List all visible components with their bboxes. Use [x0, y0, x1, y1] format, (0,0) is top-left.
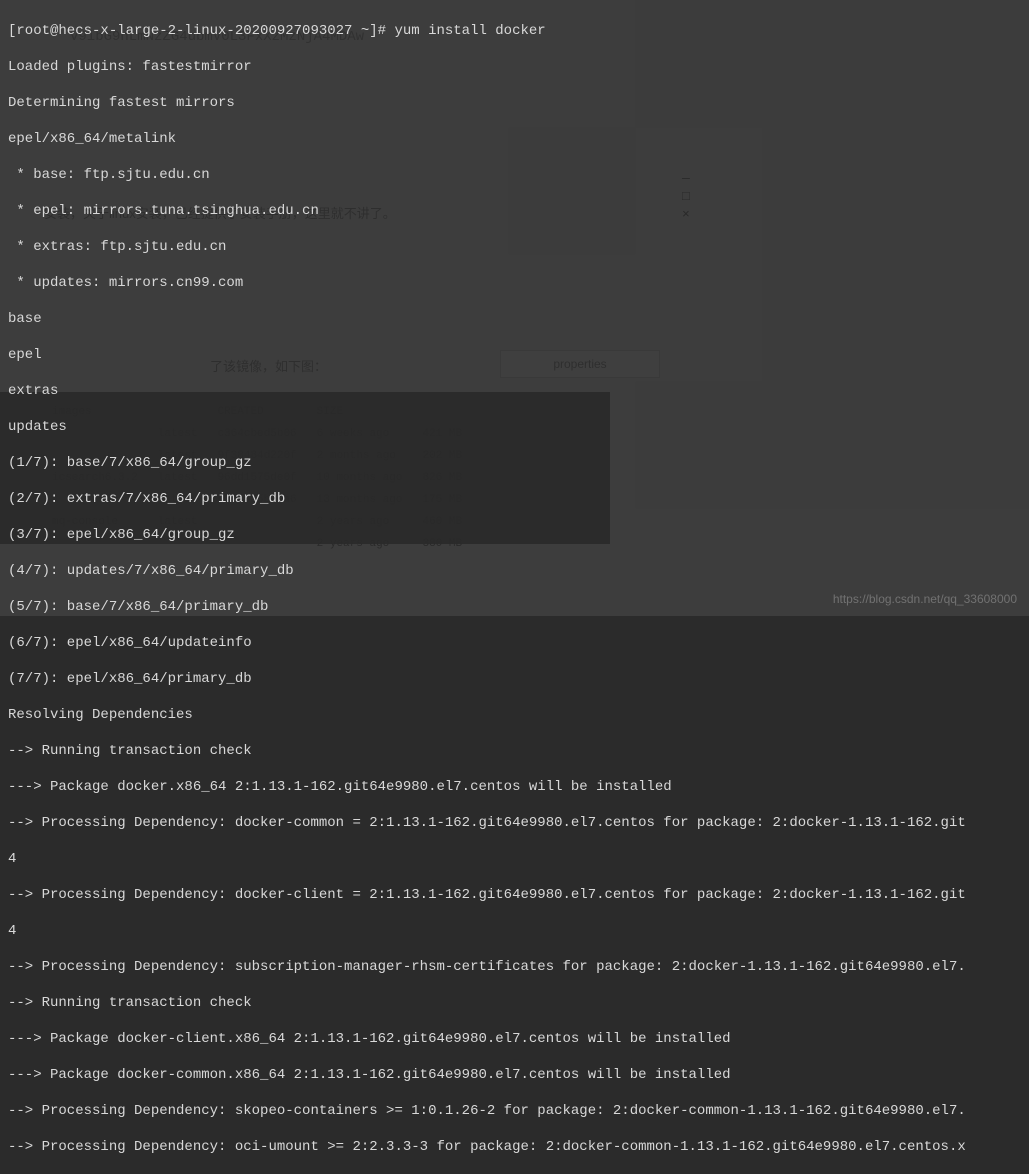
terminal-line: extras [8, 382, 1021, 400]
terminal-output[interactable]: [root@hecs-x-large-2-linux-2020092709302… [0, 0, 1029, 616]
terminal-line: --> Running transaction check [8, 742, 1021, 760]
terminal-line: ---> Package docker.x86_64 2:1.13.1-162.… [8, 778, 1021, 796]
terminal-line: updates [8, 418, 1021, 436]
watermark-text: https://blog.csdn.net/qq_33608000 [833, 590, 1017, 608]
terminal-line: --> Processing Dependency: skopeo-contai… [8, 1102, 1021, 1120]
terminal-line: (1/7): base/7/x86_64/group_gz [8, 454, 1021, 472]
terminal-line: epel [8, 346, 1021, 364]
terminal-line: ---> Package docker-client.x86_64 2:1.13… [8, 1030, 1021, 1048]
terminal-line: Resolving Dependencies [8, 706, 1021, 724]
terminal-line: Determining fastest mirrors [8, 94, 1021, 112]
terminal-line: (3/7): epel/x86_64/group_gz [8, 526, 1021, 544]
terminal-line: base [8, 310, 1021, 328]
terminal-line: (7/7): epel/x86_64/primary_db [8, 670, 1021, 688]
terminal-line: (6/7): epel/x86_64/updateinfo [8, 634, 1021, 652]
terminal-line: Loaded plugins: fastestmirror [8, 58, 1021, 76]
terminal-line: 4 [8, 850, 1021, 868]
terminal-line: --> Processing Dependency: oci-umount >=… [8, 1138, 1021, 1156]
terminal-line: epel/x86_64/metalink [8, 130, 1021, 148]
terminal-prompt-line: [root@hecs-x-large-2-linux-2020092709302… [8, 22, 1021, 40]
terminal-line: --> Processing Dependency: docker-client… [8, 886, 1021, 904]
terminal-line: (4/7): updates/7/x86_64/primary_db [8, 562, 1021, 580]
terminal-line: --> Running transaction check [8, 994, 1021, 1012]
terminal-line: * base: ftp.sjtu.edu.cn [8, 166, 1021, 184]
terminal-line: * extras: ftp.sjtu.edu.cn [8, 238, 1021, 256]
terminal-line: * epel: mirrors.tuna.tsinghua.edu.cn [8, 202, 1021, 220]
terminal-line: 4 [8, 922, 1021, 940]
terminal-line: (2/7): extras/7/x86_64/primary_db [8, 490, 1021, 508]
terminal-line: ---> Package docker-common.x86_64 2:1.13… [8, 1066, 1021, 1084]
terminal-line: * updates: mirrors.cn99.com [8, 274, 1021, 292]
terminal-line: --> Processing Dependency: docker-common… [8, 814, 1021, 832]
terminal-line: --> Processing Dependency: subscription-… [8, 958, 1021, 976]
